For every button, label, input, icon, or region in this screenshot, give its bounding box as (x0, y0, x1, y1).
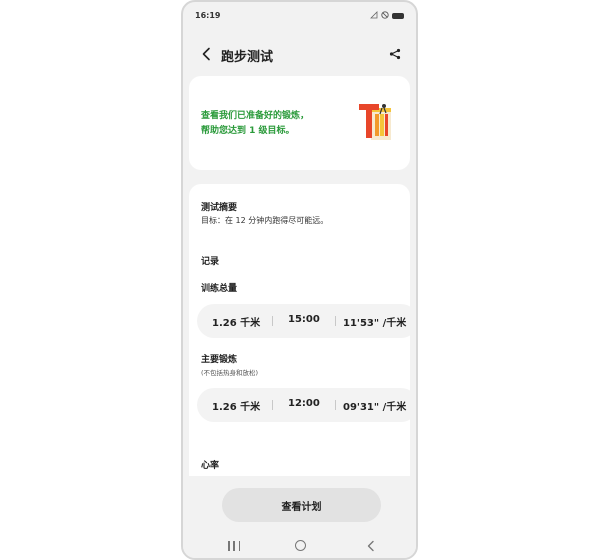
status-time: 16:19 (195, 11, 221, 20)
divider (335, 316, 336, 326)
promo-text: 查看我们已准备好的锻炼， 帮助您达到 1 级目标。 (201, 109, 309, 139)
main-workout-note: (不包括热身和放松) (201, 369, 259, 377)
battery-icon (392, 13, 404, 19)
summary-title: 测试摘要 (201, 203, 238, 213)
home-icon[interactable] (295, 540, 306, 551)
test-details-card: 测试摘要 目标：在 12 分钟内跑得尽可能远。 记录 训练总量 1.26 千米 … (189, 184, 410, 504)
page-title: 跑步测试 (221, 50, 274, 65)
phone-screen: 16:19 跑步测试 查看我们已准备好的锻炼， 帮助您达到 1 级目标。 测试摘… (181, 0, 418, 560)
do-not-disturb-icon (381, 11, 389, 21)
view-plan-button[interactable]: 查看计划 (222, 488, 381, 522)
main-workout-title: 主要锻炼 (201, 355, 238, 365)
header: 跑步测试 (183, 42, 416, 68)
records-title: 记录 (201, 257, 220, 267)
main-workout-stats: 1.26 千米 12:00 09'31" /千米 (197, 388, 410, 422)
main-distance: 1.26 千米 (212, 402, 261, 413)
divider (272, 316, 273, 326)
divider (272, 400, 273, 410)
main-duration: 12:00 (288, 398, 320, 409)
promo-line-1: 查看我们已准备好的锻炼， (201, 111, 310, 121)
status-icons (370, 11, 404, 21)
total-training-title: 训练总量 (201, 284, 238, 294)
total-duration: 15:00 (288, 314, 320, 325)
page: 16:19 跑步测试 查看我们已准备好的锻炼， 帮助您达到 1 级目标。 测试摘… (0, 0, 600, 560)
workout-promo-card[interactable]: 查看我们已准备好的锻炼， 帮助您达到 1 级目标。 (189, 76, 410, 170)
back-icon[interactable] (364, 538, 378, 552)
share-icon[interactable] (386, 45, 404, 63)
chevron-left-icon[interactable] (197, 45, 215, 63)
system-nav-bar (183, 532, 416, 558)
promo-line-2: 帮助您达到 1 级目标。 (201, 126, 295, 136)
signal-icon (370, 11, 378, 21)
total-pace: 11'53" /千米 (343, 318, 407, 329)
summary-goal: 目标：在 12 分钟内跑得尽可能远。 (201, 216, 329, 225)
recents-icon[interactable] (228, 541, 240, 551)
running-flag-illustration (355, 100, 395, 146)
main-pace: 09'31" /千米 (343, 402, 407, 413)
status-bar: 16:19 (183, 2, 416, 30)
heart-rate-title: 心率 (201, 461, 220, 471)
divider (335, 400, 336, 410)
total-training-stats: 1.26 千米 15:00 11'53" /千米 (197, 304, 410, 338)
total-distance: 1.26 千米 (212, 318, 261, 329)
